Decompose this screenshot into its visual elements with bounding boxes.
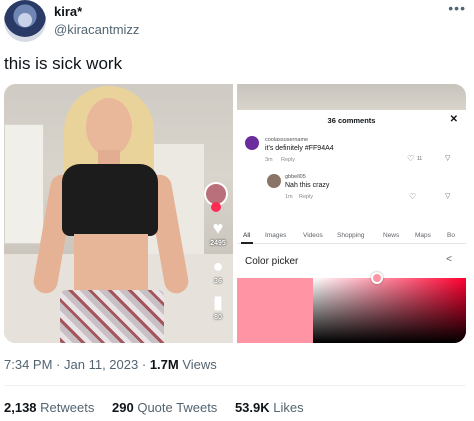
likes-count: 53.9K bbox=[234, 400, 270, 415]
quotes-count: 290 bbox=[112, 400, 134, 415]
background-ceiling bbox=[237, 84, 466, 110]
likes-label: Likes bbox=[273, 400, 304, 415]
comment-like-icon[interactable]: ♡ bbox=[407, 154, 414, 163]
views-count: 1.7M bbox=[149, 357, 179, 372]
tab-maps[interactable]: Maps bbox=[415, 232, 431, 239]
comments-sheet: 36 comments ✕ coolassusername it's defin… bbox=[237, 110, 466, 228]
comment-time: 3m bbox=[265, 157, 273, 163]
tweet-timestamp[interactable]: 7:34 PM · Jan 11, 2023 · 1.7M Views bbox=[4, 357, 217, 372]
comment-like-icon[interactable]: ♡ bbox=[409, 192, 416, 201]
reply-button[interactable]: Reply bbox=[299, 194, 313, 200]
search-tabs: All Images Videos Shopping News Maps Bo bbox=[237, 228, 466, 244]
avatar[interactable] bbox=[4, 0, 46, 42]
comment-time: 1m bbox=[285, 194, 293, 200]
person-torso bbox=[74, 234, 148, 294]
comments-title: 36 comments bbox=[327, 116, 376, 125]
follow-icon[interactable] bbox=[211, 202, 221, 212]
like-count: 2495 bbox=[210, 240, 226, 247]
bookmark-icon[interactable]: ▮ bbox=[207, 292, 229, 313]
tweet-text: this is sick work bbox=[4, 54, 123, 73]
person-top bbox=[62, 164, 158, 236]
comment-count: 36 bbox=[214, 278, 222, 285]
dislike-icon[interactable]: ▽ bbox=[445, 192, 450, 200]
tweet-media[interactable]: ♥ 2495 ● 36 ▮ 80 36 comments ✕ coolassus… bbox=[4, 84, 466, 343]
divider bbox=[4, 385, 466, 386]
reply-button[interactable]: Reply bbox=[281, 157, 295, 163]
handle[interactable]: @kiracantmizz bbox=[54, 22, 139, 37]
kitchen-cabinet bbox=[4, 124, 44, 244]
tab-images[interactable]: Images bbox=[265, 232, 286, 239]
tweet: kira* @kiracantmizz ••• this is sick wor… bbox=[0, 0, 474, 421]
share-icon[interactable]: < bbox=[446, 254, 452, 265]
video-frame: ♥ 2495 ● 36 ▮ 80 bbox=[4, 84, 233, 343]
retweets-count: 2,138 bbox=[4, 400, 37, 415]
comment-text: it's definitely #FF94A4 bbox=[265, 145, 334, 152]
close-icon[interactable]: ✕ bbox=[450, 114, 458, 125]
tweet-time[interactable]: 7:34 PM bbox=[4, 357, 52, 372]
color-gradient-area[interactable] bbox=[313, 278, 466, 343]
comment-like-count: 11 bbox=[417, 156, 423, 162]
separator: · bbox=[56, 357, 61, 372]
retweets-stat[interactable]: 2,138 Retweets bbox=[4, 400, 94, 415]
quotes-label: Quote Tweets bbox=[137, 400, 218, 415]
tab-shopping[interactable]: Shopping bbox=[337, 232, 364, 239]
heart-icon[interactable]: ♥ bbox=[207, 218, 229, 239]
tab-all[interactable]: All bbox=[243, 232, 250, 239]
comment-username[interactable]: coolassusername bbox=[265, 137, 308, 143]
dislike-icon[interactable]: ▽ bbox=[445, 154, 450, 162]
likes-stat[interactable]: 53.9K Likes bbox=[235, 400, 304, 415]
tab-books[interactable]: Bo bbox=[447, 232, 455, 239]
more-options-icon[interactable]: ••• bbox=[448, 0, 466, 16]
separator: · bbox=[141, 357, 147, 372]
comment-icon[interactable]: ● bbox=[207, 256, 229, 277]
person-shorts bbox=[60, 290, 164, 343]
tab-videos[interactable]: Videos bbox=[303, 232, 323, 239]
comment-text: Nah this crazy bbox=[285, 182, 330, 189]
screenshot-panel: 36 comments ✕ coolassusername it's defin… bbox=[237, 84, 466, 343]
commenter-avatar[interactable] bbox=[267, 174, 281, 188]
tweet-date[interactable]: Jan 11, 2023 bbox=[64, 357, 138, 372]
save-count: 80 bbox=[214, 314, 222, 321]
tab-news[interactable]: News bbox=[383, 232, 399, 239]
person-face bbox=[86, 98, 132, 156]
quotes-stat[interactable]: 290 Quote Tweets bbox=[112, 400, 217, 415]
color-picker-title: Color picker bbox=[245, 256, 299, 267]
display-name[interactable]: kira* bbox=[54, 4, 82, 19]
retweets-label: Retweets bbox=[40, 400, 95, 415]
engagement-stats: 2,138 Retweets 290 Quote Tweets 53.9K Li… bbox=[4, 400, 318, 415]
color-swatch bbox=[237, 278, 313, 343]
comment-username[interactable]: gbbell05 bbox=[285, 174, 306, 180]
views-label: Views bbox=[182, 357, 217, 372]
color-picker-handle[interactable] bbox=[371, 272, 383, 284]
commenter-avatar[interactable] bbox=[245, 136, 259, 150]
active-tab-indicator bbox=[241, 242, 253, 244]
